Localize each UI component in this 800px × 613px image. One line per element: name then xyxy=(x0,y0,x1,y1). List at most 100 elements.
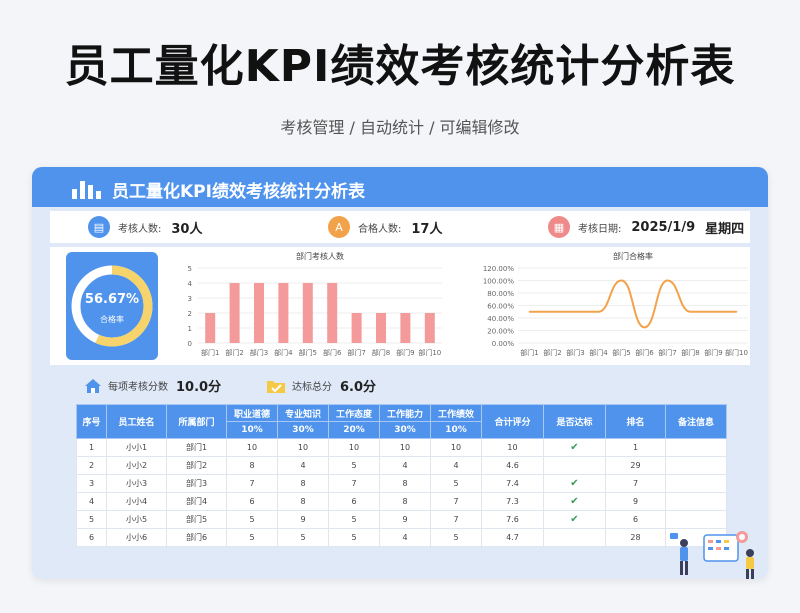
line-chart-title: 部门合格率 xyxy=(613,251,653,261)
data-point xyxy=(689,310,692,313)
cell-c5: 7 xyxy=(430,492,482,511)
cell-c2: 9 xyxy=(277,510,329,529)
x-tick-label: 部门1 xyxy=(520,348,538,357)
th-c3: 工作态度 xyxy=(328,404,380,422)
cell-c4: 4 xyxy=(379,456,431,475)
team-illustration xyxy=(670,531,754,579)
th-weight: 30% xyxy=(379,421,431,439)
bar-chart: 部门考核人数 0 1 2 3 4 5 部门1 部门2 部门3 部门4 部门5 部门6 部门7 部门8 部门9 部… xyxy=(188,251,442,357)
cell-no: 1 xyxy=(76,438,107,457)
bar-chart-icon xyxy=(72,181,101,199)
cell-name: 小小1 xyxy=(106,438,167,457)
cell-name: 小小2 xyxy=(106,456,167,475)
y-tick-label: 40.00% xyxy=(487,315,514,323)
info-count: ▤ 考核人数: 30人 xyxy=(88,215,202,239)
cell-c1: 6 xyxy=(226,492,278,511)
page-subtitle: 考核管理 / 自动统计 / 可编辑修改 xyxy=(280,118,520,137)
cell-c4: 9 xyxy=(379,510,431,529)
cell-total: 4.6 xyxy=(481,456,544,475)
table-row: 2 小小2 部门2 8 4 5 4 4 4.6 29 xyxy=(76,456,727,475)
cell-note xyxy=(665,474,727,493)
x-tick-label: 部门8 xyxy=(681,348,699,357)
line-chart: 部门合格率 0.00% 20.00% 40.00% 60.00% 80.00% 100.00… xyxy=(483,251,748,357)
kpi-table: 序号 员工姓名 所属部门 职业道德 专业知识 工作态度 工作能力 工作绩效 合计… xyxy=(76,404,727,547)
data-point xyxy=(574,310,577,313)
per-item-value: 10.0分 xyxy=(176,380,222,395)
cell-dept: 部门1 xyxy=(166,438,227,457)
cell-no: 2 xyxy=(76,456,107,475)
cell-c5: 10 xyxy=(430,438,482,457)
series-line xyxy=(529,279,737,329)
bar-chart-title: 部门考核人数 xyxy=(296,251,344,261)
cell-pass: ✔ xyxy=(543,492,606,511)
cell-c3: 5 xyxy=(328,456,380,475)
x-tick-label: 部门2 xyxy=(225,348,243,357)
th-weight: 30% xyxy=(277,421,329,439)
data-point xyxy=(620,279,623,282)
x-tick-label: 部门10 xyxy=(418,348,441,357)
pass-total-label: 达标总分 xyxy=(292,382,332,393)
stat-row: 每项考核分数 10.0分 达标总分 6.0分 xyxy=(50,372,750,402)
bar xyxy=(254,283,264,343)
bar xyxy=(351,313,362,343)
info-date: ▦ 考核日期: 2025/1/9 星期四 xyxy=(548,215,744,239)
per-item-label: 每项考核分数 xyxy=(108,382,168,393)
cell-c2: 8 xyxy=(277,474,329,493)
weekday-value: 星期四 xyxy=(705,221,745,237)
cell-note xyxy=(665,492,727,511)
cell-c4: 8 xyxy=(379,492,431,511)
y-tick-label: 5 xyxy=(188,265,192,273)
th-total: 合计评分 xyxy=(481,404,544,439)
th-note: 备注信息 xyxy=(665,404,727,439)
cell-c1: 5 xyxy=(226,528,278,547)
pass-label: 合格人数: xyxy=(358,223,402,235)
pass-total-value: 6.0分 xyxy=(340,380,377,395)
cell-c5: 7 xyxy=(430,510,482,529)
data-point xyxy=(551,310,554,313)
x-tick-label: 部门9 xyxy=(704,348,722,357)
y-tick-label: 4 xyxy=(188,280,193,288)
cell-note xyxy=(665,438,727,457)
th-name: 员工姓名 xyxy=(106,404,167,439)
pass-rate-ring: 56.67% 合格率 xyxy=(66,252,158,360)
cell-pass: ✔ xyxy=(543,510,606,529)
cell-note xyxy=(665,456,727,475)
x-tick-label: 部门5 xyxy=(612,348,630,357)
y-tick-label: 0 xyxy=(188,340,192,348)
cell-dept: 部门5 xyxy=(166,510,227,529)
folder-check-icon xyxy=(267,380,285,393)
cell-name: 小小3 xyxy=(106,474,167,493)
cell-dept: 部门3 xyxy=(166,474,227,493)
cell-pass xyxy=(543,528,606,547)
cell-c4: 10 xyxy=(379,438,431,457)
cell-c5: 5 xyxy=(430,528,482,547)
y-tick-label: 80.00% xyxy=(487,290,514,298)
count-label: 考核人数: xyxy=(118,223,162,235)
cell-total: 4.7 xyxy=(481,528,544,547)
x-tick-label: 部门10 xyxy=(725,348,748,357)
th-c4: 工作能力 xyxy=(379,404,431,422)
pass-value: 17人 xyxy=(411,221,443,237)
ring-percent: 56.67% xyxy=(84,292,140,307)
table-row: 4 小小4 部门4 6 8 6 8 7 7.3 ✔ 9 xyxy=(76,492,727,511)
cell-pass: ✔ xyxy=(543,474,606,493)
cell-c4: 4 xyxy=(379,528,431,547)
cell-rank: 7 xyxy=(605,474,666,493)
info-row: ▤ 考核人数: 30人 A 合格人数: 17人 ▦ 考核日期: 2025/1/9… xyxy=(50,211,750,243)
th-dept: 所属部门 xyxy=(166,404,227,439)
cell-c3: 10 xyxy=(328,438,380,457)
x-tick-label: 部门4 xyxy=(274,348,293,357)
cell-rank: 28 xyxy=(605,528,666,547)
info-pass: A 合格人数: 17人 xyxy=(328,215,442,239)
document-icon: ▤ xyxy=(88,216,110,238)
table-row: 3 小小3 部门3 7 8 7 8 5 7.4 ✔ 7 xyxy=(76,474,727,493)
bar xyxy=(400,313,411,343)
bar xyxy=(424,313,435,343)
x-tick-label: 部门9 xyxy=(396,348,414,357)
home-icon xyxy=(85,378,101,393)
cell-dept: 部门4 xyxy=(166,492,227,511)
y-tick-label: 100.00% xyxy=(483,278,514,286)
cell-name: 小小4 xyxy=(106,492,167,511)
data-point xyxy=(735,310,738,313)
cell-c3: 5 xyxy=(328,510,380,529)
